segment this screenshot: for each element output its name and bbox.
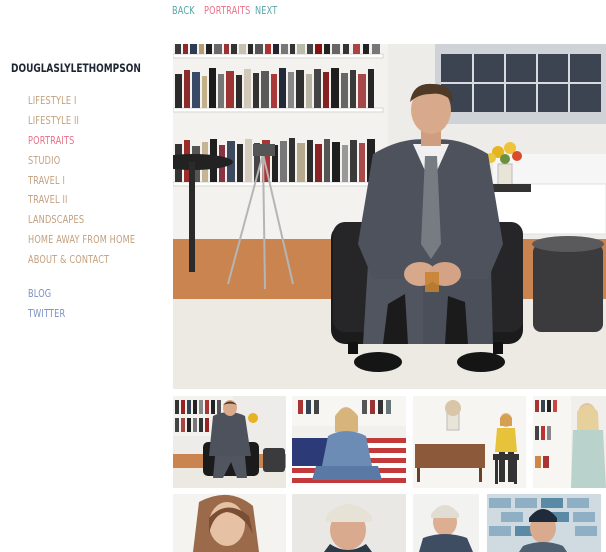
menu-item-travel-2[interactable]: TRAVEL II: [28, 194, 68, 208]
menu-item-portraits[interactable]: PORTRAITS: [28, 135, 74, 149]
menu-item-about-contact[interactable]: ABOUT & CONTACT: [28, 254, 109, 268]
thumbnail-portrait-8[interactable]: [487, 494, 601, 552]
menu-link-twitter[interactable]: TWITTER: [28, 308, 65, 322]
thumbnail-portrait-7[interactable]: [413, 494, 479, 552]
menu-item-lifestyle-2[interactable]: LIFESTYLE II: [28, 115, 79, 129]
thumbnail-portrait-3[interactable]: [413, 396, 526, 488]
menu-link-blog[interactable]: BLOG: [28, 288, 51, 302]
menu-item-studio[interactable]: STUDIO: [28, 155, 60, 169]
thumbnail-portrait-6[interactable]: [292, 494, 406, 552]
menu-item-lifestyle-1[interactable]: LIFESTYLE I: [28, 95, 77, 109]
thumbnail-portrait-1[interactable]: [173, 396, 286, 488]
current-gallery-link[interactable]: PORTRAITS: [204, 5, 250, 17]
site-title[interactable]: DOUGLASLYLETHOMPSON: [11, 61, 141, 75]
thumbnail-portrait-5[interactable]: [173, 494, 286, 552]
thumbnail-portrait-2[interactable]: [292, 396, 406, 488]
back-link[interactable]: BACK: [172, 5, 195, 17]
menu-item-landscapes[interactable]: LANDSCAPES: [28, 214, 84, 228]
next-link[interactable]: NEXT: [255, 5, 277, 17]
menu-item-travel-1[interactable]: TRAVEL I: [28, 175, 65, 189]
menu-item-home-away[interactable]: HOME AWAY FROM HOME: [28, 234, 135, 248]
thumbnail-portrait-4[interactable]: [533, 396, 606, 488]
hero-photo[interactable]: [173, 44, 606, 389]
